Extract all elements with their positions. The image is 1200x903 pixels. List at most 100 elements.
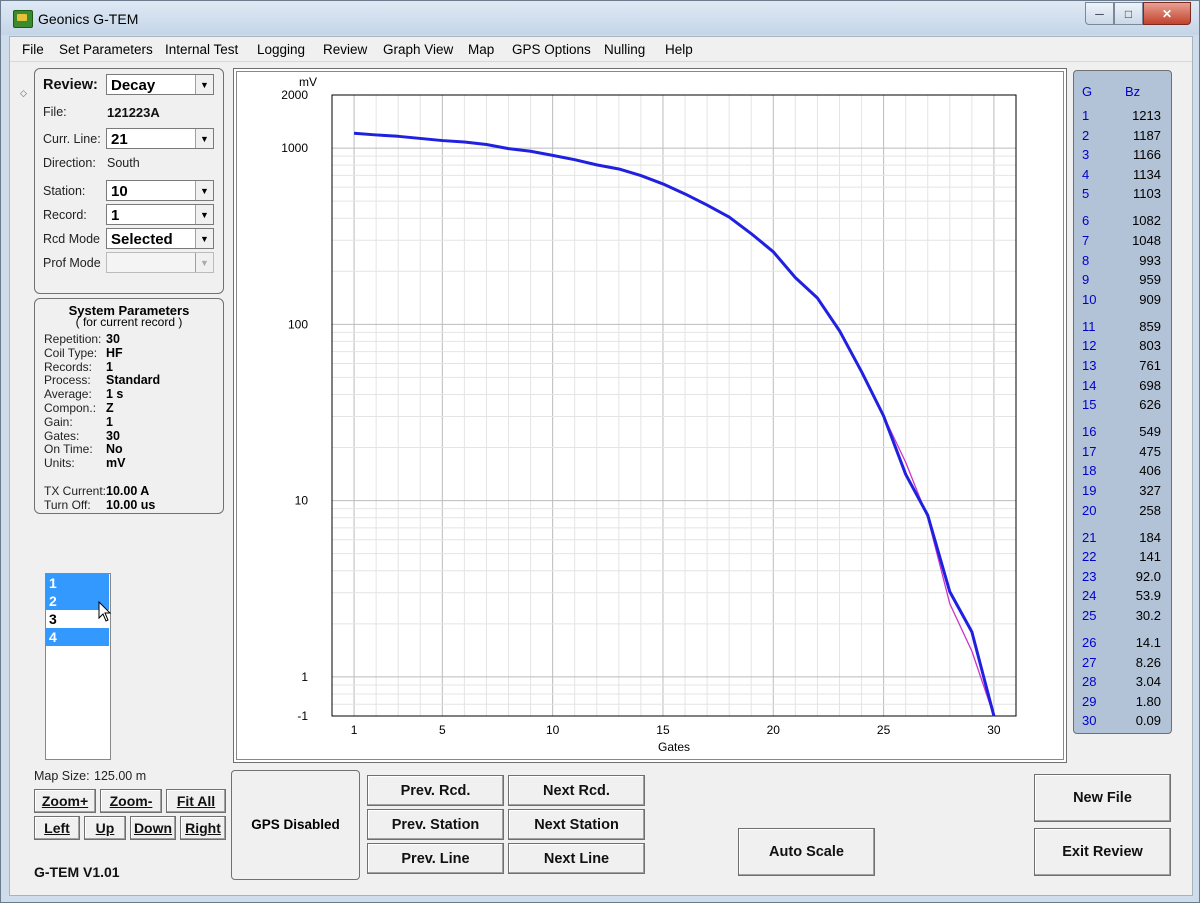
gate-number: 8 — [1082, 252, 1090, 268]
bz-value: 406 — [1139, 463, 1161, 479]
bz-value: 1213 — [1132, 108, 1161, 123]
param-value: 10.00 us — [106, 497, 156, 512]
bz-value: 30.2 — [1135, 608, 1161, 623]
decay-chart[interactable]: 1 5 10 15 20 25 3020001000100101-1GatesmV — [237, 72, 1063, 759]
bz-value: 3.04 — [1135, 674, 1161, 690]
auto-scale-button[interactable]: Auto Scale — [738, 828, 875, 876]
chevron-down-icon[interactable]: ▼ — [195, 129, 213, 148]
param-label: Process: — [44, 373, 91, 388]
system-parameters-panel: System Parameters ( for current record )… — [34, 298, 224, 514]
bz-value: 698 — [1139, 377, 1161, 393]
bz-value: 14.1 — [1135, 635, 1161, 650]
param-label: Repetition: — [44, 332, 102, 346]
record-list-item[interactable]: 1 — [46, 574, 109, 592]
series-line-fit — [354, 132, 995, 717]
rcd-mode-combo[interactable]: Selected ▼ — [106, 228, 214, 249]
pan-left-button[interactable]: Left — [34, 816, 80, 840]
record-list-item[interactable]: 4 — [46, 628, 109, 646]
chevron-down-icon[interactable]: ▼ — [195, 75, 213, 94]
chevron-down-icon[interactable]: ▼ — [195, 181, 213, 200]
direction-label: Direction: — [43, 156, 96, 170]
menu-logging[interactable]: Logging — [257, 42, 305, 57]
prev-line-button[interactable]: Prev. Line — [367, 843, 504, 874]
menu-gps-options[interactable]: GPS Options — [512, 42, 591, 57]
menu-internal-test[interactable]: Internal Test — [165, 42, 238, 57]
prof-mode-label: Prof Mode — [43, 256, 101, 270]
next-station-button[interactable]: Next Station — [508, 809, 645, 840]
pan-down-button[interactable]: Down — [130, 816, 176, 840]
param-label: TX Current: — [44, 484, 107, 498]
menu-nulling[interactable]: Nulling — [604, 42, 645, 57]
app-icon — [13, 10, 33, 28]
chevron-down-icon[interactable]: ▼ — [195, 229, 213, 248]
param-value: mV — [106, 456, 126, 471]
mouse-cursor-icon — [98, 600, 112, 626]
maximize-button[interactable]: □ — [1114, 2, 1143, 25]
bz-value: 761 — [1139, 358, 1161, 373]
gate-number: 11 — [1082, 318, 1096, 334]
zoom-out-button[interactable]: Zoom- — [100, 789, 162, 813]
gate-number: 3 — [1082, 147, 1090, 163]
pan-right-button[interactable]: Right — [180, 816, 226, 840]
x-tick-label: 20 — [767, 723, 781, 737]
chevron-down-icon[interactable]: ▼ — [195, 205, 213, 224]
gate-number: 17 — [1082, 443, 1097, 459]
menu-graph-view[interactable]: Graph View — [383, 42, 453, 57]
review-panel: Review: Decay ▼ File: 121223A Curr. Line… — [34, 68, 224, 294]
graph-panel: 1 5 10 15 20 25 30 2000 1000 100 10 1 -1 Gates mV — [233, 68, 1067, 763]
param-value: 1 s — [106, 387, 124, 402]
zoom-in-button[interactable]: Zoom+ — [34, 789, 96, 813]
x-tick-label: 15 — [656, 723, 670, 737]
gate-number: 18 — [1082, 463, 1097, 479]
next-record-button[interactable]: Next Rcd. — [508, 775, 645, 806]
menu-map[interactable]: Map — [468, 42, 494, 57]
menu-set-parameters[interactable]: Set Parameters — [59, 42, 153, 57]
gate-number: 16 — [1082, 424, 1097, 440]
param-value: HF — [106, 345, 123, 360]
bz-value: 626 — [1139, 397, 1161, 413]
title-bar[interactable]: Geonics G-TEM ─ □ ✕ — [1, 1, 1199, 35]
x-tick-label: 1 — [351, 723, 358, 737]
bz-value: 258 — [1139, 502, 1161, 518]
menu-review[interactable]: Review — [323, 42, 367, 57]
bz-value: 1134 — [1133, 166, 1161, 182]
main-area: ◇ Review: Decay ▼ File: 121223A Curr. Li… — [10, 62, 1192, 895]
review-label: Review: — [43, 77, 98, 93]
bz-column-header: Bz — [1125, 84, 1141, 99]
param-value: 1 — [106, 414, 113, 429]
review-combo[interactable]: Decay ▼ — [106, 74, 214, 95]
param-label: Average: — [44, 387, 92, 402]
x-tick-label: 25 — [877, 723, 891, 737]
bz-value: 475 — [1139, 443, 1161, 459]
fit-all-button[interactable]: Fit All — [166, 789, 226, 813]
menu-help[interactable]: Help — [665, 42, 693, 57]
pan-up-button[interactable]: Up — [84, 816, 126, 840]
gate-column-header: G — [1082, 84, 1093, 99]
splitter-handle[interactable]: ◇ — [20, 88, 27, 99]
bz-value: 8.26 — [1135, 654, 1161, 670]
record-combo[interactable]: 1 ▼ — [106, 204, 214, 225]
file-label: File: — [43, 105, 67, 119]
prev-station-button[interactable]: Prev. Station — [367, 809, 504, 840]
minimize-button[interactable]: ─ — [1085, 2, 1114, 25]
exit-review-button[interactable]: Exit Review — [1034, 828, 1171, 876]
param-value: 1 — [106, 359, 113, 374]
param-label: Coil Type: — [44, 345, 98, 360]
new-file-button[interactable]: New File — [1034, 774, 1171, 822]
menu-file[interactable]: File — [22, 42, 44, 57]
gate-number: 7 — [1082, 233, 1090, 248]
param-label: On Time: — [44, 442, 93, 457]
gate-number: 4 — [1082, 166, 1090, 182]
file-value: 121223A — [107, 105, 160, 120]
curr-line-combo[interactable]: 21 ▼ — [106, 128, 214, 149]
station-combo[interactable]: 10 ▼ — [106, 180, 214, 201]
x-tick-label: 30 — [987, 723, 1001, 737]
close-button[interactable]: ✕ — [1143, 2, 1191, 25]
record-label: Record: — [43, 208, 87, 222]
gate-number: 2 — [1082, 127, 1090, 143]
gate-number: 20 — [1082, 502, 1097, 518]
next-line-button[interactable]: Next Line — [508, 843, 645, 874]
prev-record-button[interactable]: Prev. Rcd. — [367, 775, 504, 806]
gate-number: 1 — [1082, 108, 1090, 123]
gate-number: 10 — [1082, 291, 1097, 307]
